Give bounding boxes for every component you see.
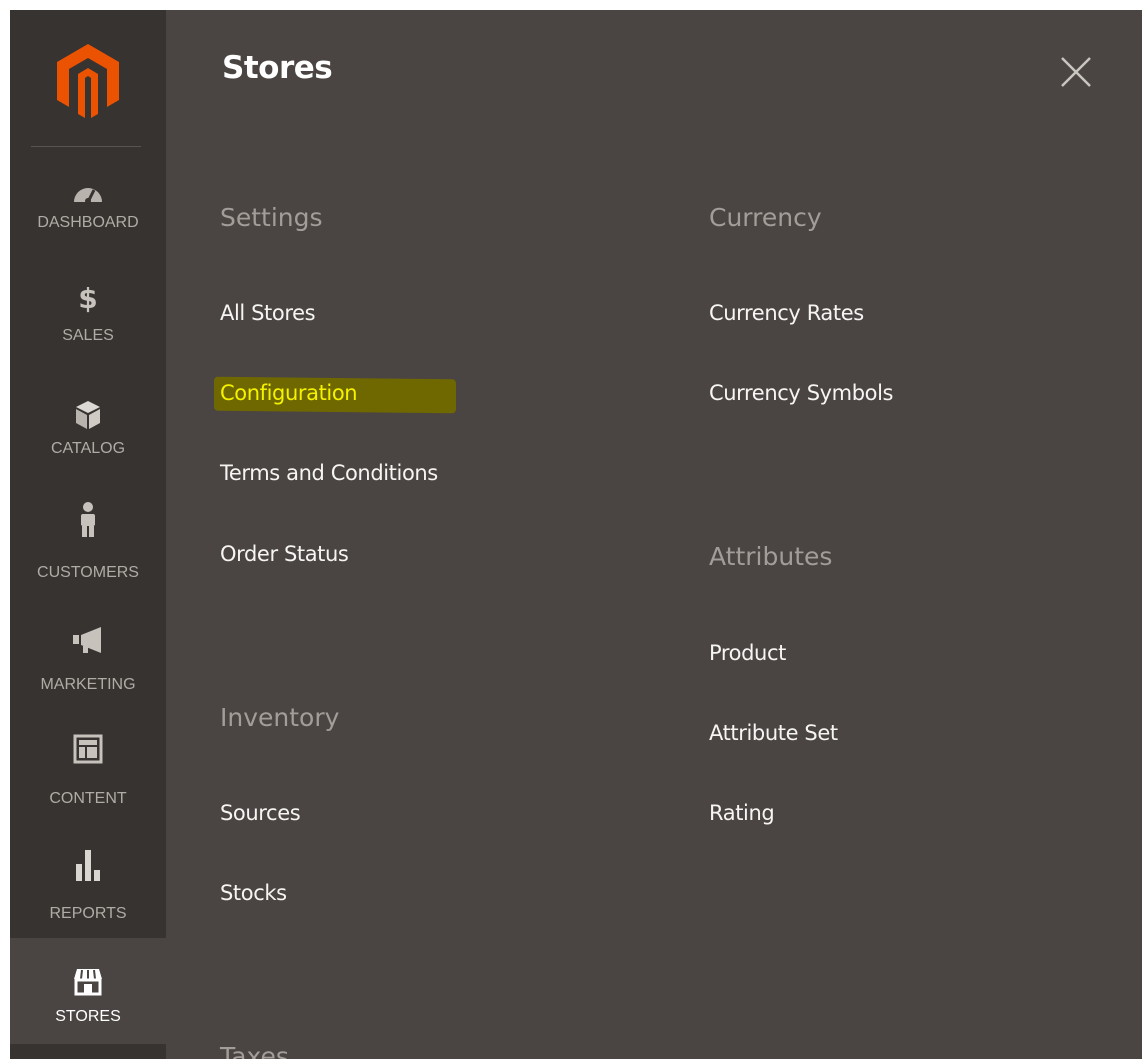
- sidebar-item-label: DASHBOARD: [37, 214, 139, 231]
- storefront-icon: [10, 968, 166, 996]
- close-button[interactable]: [1056, 52, 1096, 92]
- menu-link-sources[interactable]: Sources: [220, 801, 301, 825]
- menu-link-order-status[interactable]: Order Status: [220, 542, 349, 566]
- group-title-inventory: Inventory: [220, 703, 340, 732]
- admin-sidebar: DASHBOARD $ SALES CATALOG CUSTOMERS MARK…: [10, 10, 166, 1059]
- sidebar-item-label: REPORTS: [49, 905, 127, 922]
- person-icon: [10, 502, 166, 538]
- magento-logo[interactable]: [10, 42, 166, 126]
- sidebar-item-dashboard[interactable]: DASHBOARD: [10, 170, 166, 280]
- megaphone-icon: [10, 626, 166, 654]
- sidebar-item-reports[interactable]: REPORTS: [10, 830, 166, 940]
- logo-divider: [31, 146, 141, 147]
- sidebar-item-label: CUSTOMERS: [37, 564, 139, 581]
- menu-link-attribute-set[interactable]: Attribute Set: [709, 721, 838, 745]
- menu-link-terms-and-conditions[interactable]: Terms and Conditions: [220, 461, 438, 485]
- group-title-attributes: Attributes: [709, 542, 833, 571]
- sidebar-item-content[interactable]: CONTENT: [10, 720, 166, 830]
- box-icon: [10, 400, 166, 430]
- menu-link-configuration[interactable]: Configuration: [220, 381, 358, 405]
- sidebar-item-label: STORES: [55, 1008, 121, 1025]
- group-title-taxes: Taxes: [220, 1042, 289, 1059]
- panel-title: Stores: [222, 50, 333, 86]
- close-icon: [1061, 57, 1091, 87]
- menu-link-product[interactable]: Product: [709, 641, 786, 665]
- sidebar-item-catalog[interactable]: CATALOG: [10, 390, 166, 500]
- sidebar-item-label: CATALOG: [50, 440, 126, 457]
- stores-menu-panel: Stores Settings All Stores Configuration…: [166, 10, 1142, 1059]
- menu-link-all-stores[interactable]: All Stores: [220, 301, 316, 325]
- bar-chart-icon: [10, 848, 166, 882]
- dollar-glyph: $: [78, 282, 98, 315]
- sidebar-item-label: CONTENT: [49, 790, 127, 807]
- sidebar-item-label: MARKETING: [40, 676, 136, 693]
- sidebar-item-label: SALES: [62, 327, 114, 344]
- sidebar-item-stores[interactable]: STORES: [10, 938, 166, 1044]
- group-title-settings: Settings: [220, 203, 323, 232]
- magento-logo-icon: [57, 44, 119, 118]
- dashboard-gauge-icon: [10, 180, 166, 204]
- menu-link-currency-rates[interactable]: Currency Rates: [709, 301, 864, 325]
- layout-icon: [10, 734, 166, 764]
- menu-link-rating[interactable]: Rating: [709, 801, 775, 825]
- sidebar-item-customers[interactable]: CUSTOMERS: [10, 500, 166, 610]
- dollar-icon: $: [10, 282, 166, 315]
- group-title-currency: Currency: [709, 203, 822, 232]
- sidebar-item-marketing[interactable]: MARKETING: [10, 610, 166, 720]
- menu-link-currency-symbols[interactable]: Currency Symbols: [709, 381, 893, 405]
- sidebar-item-sales[interactable]: $ SALES: [10, 280, 166, 390]
- menu-link-stocks[interactable]: Stocks: [220, 881, 287, 905]
